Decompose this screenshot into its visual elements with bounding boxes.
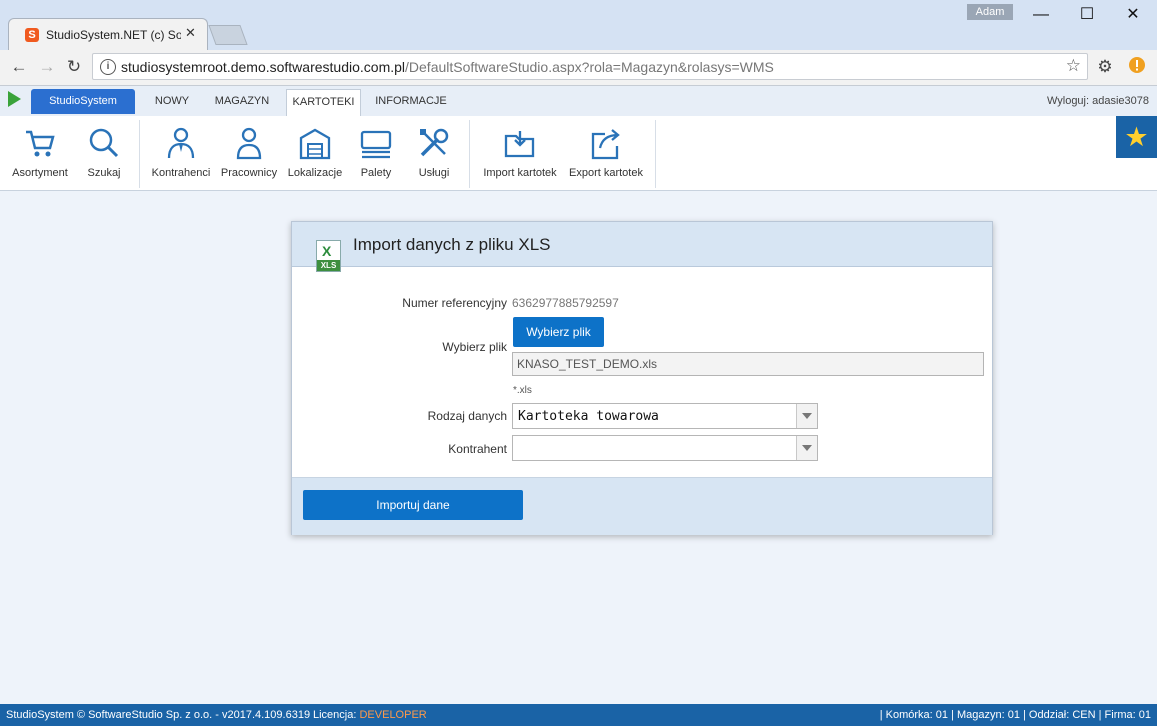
tab-studiosystem[interactable]: StudioSystem <box>31 89 135 114</box>
tab-informacje[interactable]: INFORMACJE <box>370 89 452 116</box>
tool-uslugi[interactable]: Usługi <box>408 120 460 186</box>
new-tab-button[interactable] <box>208 25 248 45</box>
tools-icon <box>420 128 449 157</box>
pallet-icon <box>360 130 392 159</box>
play-icon[interactable] <box>8 91 21 107</box>
favorites-star-icon[interactable]: ★ <box>1116 116 1157 158</box>
tab-magazyn[interactable]: MAGAZYN <box>207 89 277 116</box>
contractor-icon <box>167 127 195 159</box>
tool-label: Lokalizacje <box>287 167 343 179</box>
warehouse-icon <box>299 128 331 160</box>
search-icon <box>89 128 119 158</box>
toolbar-divider <box>469 120 470 188</box>
tool-label: Asortyment <box>12 167 68 179</box>
site-info-icon[interactable]: i <box>100 59 116 75</box>
cart-icon <box>26 130 55 157</box>
url-host: studiosystemroot.demo.softwarestudio.com… <box>121 59 406 75</box>
bookmark-star-icon[interactable]: ☆ <box>1066 56 1081 76</box>
browser-tab[interactable]: S StudioSystem.NET (c) Sof ✕ <box>8 18 208 50</box>
status-bar: StudioSystem © SoftwareStudio Sp. z o.o.… <box>0 704 1157 726</box>
xls-file-icon: X XLS <box>316 240 341 272</box>
data-type-label: Rodzaj danych <box>427 409 507 423</box>
window-close-icon[interactable]: ✕ <box>1110 0 1156 30</box>
import-panel: X XLS Import danych z pliku XLS Numer re… <box>291 221 993 535</box>
file-label: Wybierz plik <box>442 340 507 354</box>
contractor-label: Kontrahent <box>448 442 507 456</box>
panel-title: Import danych z pliku XLS <box>353 235 551 254</box>
reload-icon[interactable]: ↻ <box>63 56 85 78</box>
tool-label: Szukaj <box>87 167 121 179</box>
url-bar[interactable]: i studiosystemroot.demo.softwarestudio.c… <box>92 53 1088 80</box>
tool-label: Import kartotek <box>483 167 557 179</box>
maximize-icon[interactable]: ☐ <box>1064 0 1110 30</box>
context-info: | Komórka: 01 | Magazyn: 01 | Oddział: C… <box>879 709 1151 721</box>
tool-export-kartotek[interactable]: Export kartotek <box>566 120 646 186</box>
tool-lokalizacje[interactable]: Lokalizacje <box>284 120 346 186</box>
url-path: /DefaultSoftwareStudio.aspx?rola=Magazyn… <box>405 59 774 75</box>
license-info: Licencja: DEVELOPER <box>313 704 427 726</box>
choose-file-button[interactable]: Wybierz plik <box>513 317 604 347</box>
tool-szukaj[interactable]: Szukaj <box>78 120 130 186</box>
ref-number-value: 6362977885792597 <box>512 296 619 310</box>
browser-alert-icon[interactable] <box>1126 56 1148 78</box>
url-text: studiosystemroot.demo.softwarestudio.com… <box>121 59 774 75</box>
file-type-hint: *.xls <box>513 385 532 396</box>
tool-import-kartotek[interactable]: Import kartotek <box>478 120 562 186</box>
xls-file-tag: XLS <box>317 260 340 271</box>
browser-profile-badge[interactable]: Adam <box>967 4 1013 20</box>
license-label: Licencja: <box>313 709 357 721</box>
tool-kontrahenci[interactable]: Kontrahenci <box>148 120 214 186</box>
tool-pracownicy[interactable]: Pracownicy <box>218 120 280 186</box>
panel-footer: Importuj dane <box>292 477 992 535</box>
ribbon-toolbar: Asortyment Szukaj Kontrahenci Pracownicy… <box>0 116 1157 191</box>
studiosystem-favicon-icon: S <box>25 28 39 42</box>
back-arrow-icon[interactable]: ← <box>8 56 30 78</box>
toolbar-divider <box>655 120 656 188</box>
browser-tab-title: StudioSystem.NET (c) Sof <box>46 28 181 42</box>
ref-number-label: Numer referencyjny <box>402 296 507 310</box>
minimize-icon[interactable]: — <box>1018 0 1064 30</box>
data-type-select[interactable]: Kartoteka towarowa <box>512 403 818 429</box>
chevron-down-icon[interactable] <box>796 436 817 460</box>
panel-header: X XLS Import danych z pliku XLS <box>292 222 992 272</box>
tool-label: Usługi <box>418 167 450 179</box>
tab-kartoteki[interactable]: KARTOTEKI <box>286 89 361 116</box>
logout-link[interactable]: Wyloguj: adasie3078 <box>1047 95 1149 107</box>
browser-titlebar: S StudioSystem.NET (c) Sof ✕ Adam — ☐ ✕ <box>0 0 1157 50</box>
address-toolbar: ← → ↻ i studiosystemroot.demo.softwarest… <box>0 50 1157 86</box>
contractor-select[interactable] <box>512 435 818 461</box>
extension-gear-icon[interactable]: ⚙ <box>1094 56 1116 78</box>
license-value: DEVELOPER <box>359 709 427 721</box>
file-name-field[interactable]: KNASO_TEST_DEMO.xls <box>512 352 984 376</box>
forward-arrow-icon[interactable]: → <box>36 56 58 78</box>
tool-palety[interactable]: Palety <box>350 120 402 186</box>
tab-nowy[interactable]: NOWY <box>146 89 198 116</box>
import-data-button[interactable]: Importuj dane <box>303 490 523 520</box>
tool-label: Export kartotek <box>569 167 643 179</box>
chevron-down-icon[interactable] <box>796 404 817 428</box>
toolbar-divider <box>139 120 140 188</box>
tool-label: Palety <box>360 167 392 179</box>
tool-label: Kontrahenci <box>151 167 211 179</box>
data-type-value: Kartoteka towarowa <box>518 409 659 424</box>
app-menu-bar: StudioSystem NOWY MAGAZYN KARTOTEKI INFO… <box>0 86 1157 116</box>
import-folder-icon <box>504 131 535 158</box>
tool-label: Pracownicy <box>220 167 278 179</box>
tab-close-icon[interactable]: ✕ <box>185 25 196 41</box>
copyright-text: StudioSystem © SoftwareStudio Sp. z o.o.… <box>6 709 311 721</box>
tool-asortyment[interactable]: Asortyment <box>6 120 74 186</box>
person-icon <box>236 127 262 160</box>
export-icon <box>591 129 620 160</box>
